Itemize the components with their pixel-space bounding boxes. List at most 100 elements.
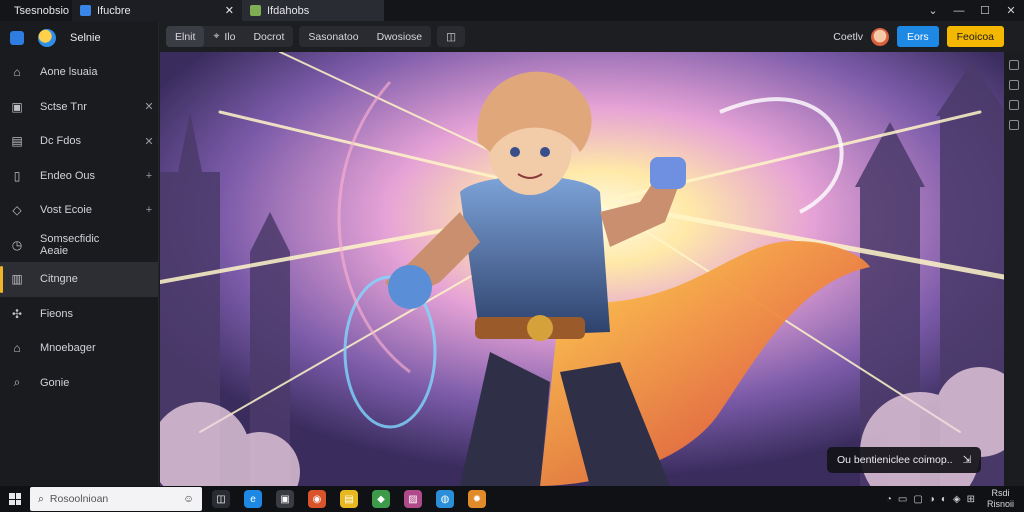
tab-docs[interactable]: Docrot	[244, 26, 293, 47]
sidebar-item-documents[interactable]: ▯ Endeo Ous +	[0, 159, 158, 194]
tab-info[interactable]: ⌖ Ilo	[204, 26, 244, 47]
filter-button[interactable]: Sasonatoo	[299, 26, 367, 47]
sidebar-item-label: Vost Ecoie	[40, 204, 92, 217]
sync-icon[interactable]: ◑	[929, 494, 935, 505]
tag-icon: ◇	[12, 203, 22, 218]
image-file-icon	[250, 5, 261, 16]
edge-icon[interactable]: e	[244, 490, 262, 508]
network-icon[interactable]: ▭	[898, 494, 907, 505]
system-tray: ◔ ▭ ▢ ◑ ◐ ◈ ⊞ Rsdi Risnoii	[886, 488, 1024, 510]
sidebar-item-library[interactable]: ▥ Citngne	[0, 262, 158, 297]
start-button[interactable]	[0, 493, 30, 505]
add-icon[interactable]: +	[140, 204, 158, 216]
wifi-icon[interactable]: ◔	[886, 494, 892, 505]
image-canvas[interactable]: Ou bentieniclee coimop.. ⇲	[160, 52, 1004, 486]
image-icon: ▣	[11, 99, 23, 114]
notification-toast[interactable]: Ou bentieniclee coimop.. ⇲	[827, 447, 982, 473]
windows-logo-icon	[9, 493, 21, 505]
task-view-icon[interactable]: ◫	[212, 490, 230, 508]
close-window-button[interactable]: ✕	[998, 0, 1024, 21]
game-icon[interactable]: ✹	[468, 490, 486, 508]
filter-group: Sasonatoo Dwosiose	[299, 26, 432, 47]
sidebar-header: Selnie	[0, 21, 158, 55]
window-titlebar: Tsesnobsio Ifucbre ✕ Ifdahobs ⌄ — ☐ ✕	[0, 0, 1024, 21]
toolbar: Elnit ⌖ Ilo Docrot Sasonatoo Dwosiose ◫ C…	[160, 21, 1024, 52]
sidebar-item-label: Fieons	[40, 307, 74, 320]
icon-button-group: ◫	[437, 26, 466, 47]
tab-label: Ifdahobs	[267, 4, 310, 17]
sidebar-item-label: Endeo Ous	[40, 169, 96, 182]
clock-time: Rsdi	[991, 488, 1010, 498]
language-icon[interactable]: ⊞	[967, 494, 975, 505]
explorer-icon[interactable]: ▤	[340, 490, 358, 508]
maps-icon[interactable]: ◆	[372, 490, 390, 508]
history-icon[interactable]	[1009, 100, 1019, 110]
sidebar-item-home[interactable]: ⌂ Aone lsuaia	[0, 55, 158, 90]
window-icon[interactable]	[1009, 60, 1019, 70]
tab-edit[interactable]: Elnit	[166, 26, 205, 47]
document-icon: ▯	[13, 168, 21, 183]
home-icon: ⌂	[13, 65, 21, 80]
clock-icon: ◷	[11, 237, 23, 252]
settings-icon[interactable]	[1009, 120, 1019, 130]
right-rail	[1004, 52, 1024, 486]
camera-icon[interactable]: ◫	[437, 26, 465, 47]
toast-text: Ou bentieniclee coimop..	[837, 454, 953, 466]
sidebar-item-history[interactable]: ◷ Somsecfidic Aeaie	[0, 228, 158, 263]
sidebar-item-plugins[interactable]: ✣ Fieons	[0, 297, 158, 332]
badge-icon	[38, 29, 56, 47]
artwork-image	[160, 52, 1004, 486]
sidebar-item-tags[interactable]: ◇ Vost Ecoie +	[0, 193, 158, 228]
tab-browser[interactable]: Ifucbre ✕	[72, 0, 242, 21]
chevron-down-icon[interactable]: ⌄	[920, 0, 946, 21]
security-icon[interactable]: ▢	[913, 494, 922, 505]
add-icon[interactable]: +	[140, 170, 158, 182]
sidebar-item-search[interactable]: ⌕ Gonie	[0, 366, 158, 401]
notification-icon[interactable]: ◈	[953, 494, 961, 505]
search-placeholder: Rosoolnioan	[49, 493, 109, 505]
sidebar-item-label: Aone lsuaia	[40, 66, 98, 79]
library-icon: ▥	[11, 272, 23, 287]
toolbar-right: Coetlv Eors Feoicoa	[833, 26, 1024, 47]
avatar[interactable]	[871, 27, 890, 46]
browser-icon	[80, 5, 91, 16]
sidebar-title: Selnie	[70, 32, 101, 44]
photos-icon[interactable]: ▨	[404, 490, 422, 508]
chrome-icon[interactable]: ◉	[308, 490, 326, 508]
emoji-icon: ☺	[183, 493, 194, 505]
user-menu[interactable]: Coetlv	[833, 31, 863, 43]
sidebar-item-inbox[interactable]: ⌂ Mnoebager	[0, 331, 158, 366]
sidebar-item-label: Somsecfidic Aeaie	[40, 232, 100, 257]
store-icon[interactable]: ▣	[276, 490, 294, 508]
sidebar-item-label: Gonie	[40, 376, 70, 389]
inbox-icon: ⌂	[13, 341, 21, 356]
search-icon: ⌕	[38, 492, 44, 505]
sidebar-item-images[interactable]: ▣ Sctse Tnr ✕	[0, 90, 158, 125]
remove-icon[interactable]: ✕	[140, 100, 158, 113]
layers-icon[interactable]	[1009, 80, 1019, 90]
clock-date: Risnoii	[986, 499, 1014, 509]
taskbar-search[interactable]: ⌕ Rosoolnioan ☺	[30, 487, 202, 511]
maximize-button[interactable]: ☐	[972, 0, 998, 21]
volume-icon[interactable]: ◐	[941, 494, 947, 505]
plugin-icon: ✣	[11, 306, 23, 321]
window-controls: ⌄ — ☐ ✕	[920, 0, 1024, 21]
sidebar-item-folders[interactable]: ▤ Dc Fdos ✕	[0, 124, 158, 159]
export-icon[interactable]: ⇲	[963, 454, 972, 466]
browser-icon[interactable]: ◍	[436, 490, 454, 508]
taskbar: ⌕ Rosoolnioan ☺ ◫ e ▣ ◉ ▤ ◆ ▨ ◍ ✹ ◔ ▭ ▢ …	[0, 486, 1024, 512]
tab-app[interactable]: Tsesnobsio	[0, 0, 72, 21]
filter-button[interactable]: Dwosiose	[368, 26, 432, 47]
sidebar-item-label: Dc Fdos	[40, 135, 81, 148]
minimize-button[interactable]: —	[946, 0, 972, 21]
close-tab-icon[interactable]: ✕	[225, 4, 234, 17]
search-icon: ⌕	[13, 375, 21, 390]
tab-label: Tsesnobsio	[14, 4, 70, 17]
upgrade-button[interactable]: Feoicoa	[946, 26, 1004, 47]
primary-button[interactable]: Eors	[897, 26, 939, 47]
tab-image[interactable]: Ifdahobs	[242, 0, 384, 21]
remove-icon[interactable]: ✕	[140, 135, 158, 148]
clock[interactable]: Rsdi Risnoii	[987, 488, 1014, 510]
brand-logo-icon	[10, 31, 24, 45]
view-tabs: Elnit ⌖ Ilo Docrot	[166, 26, 294, 47]
